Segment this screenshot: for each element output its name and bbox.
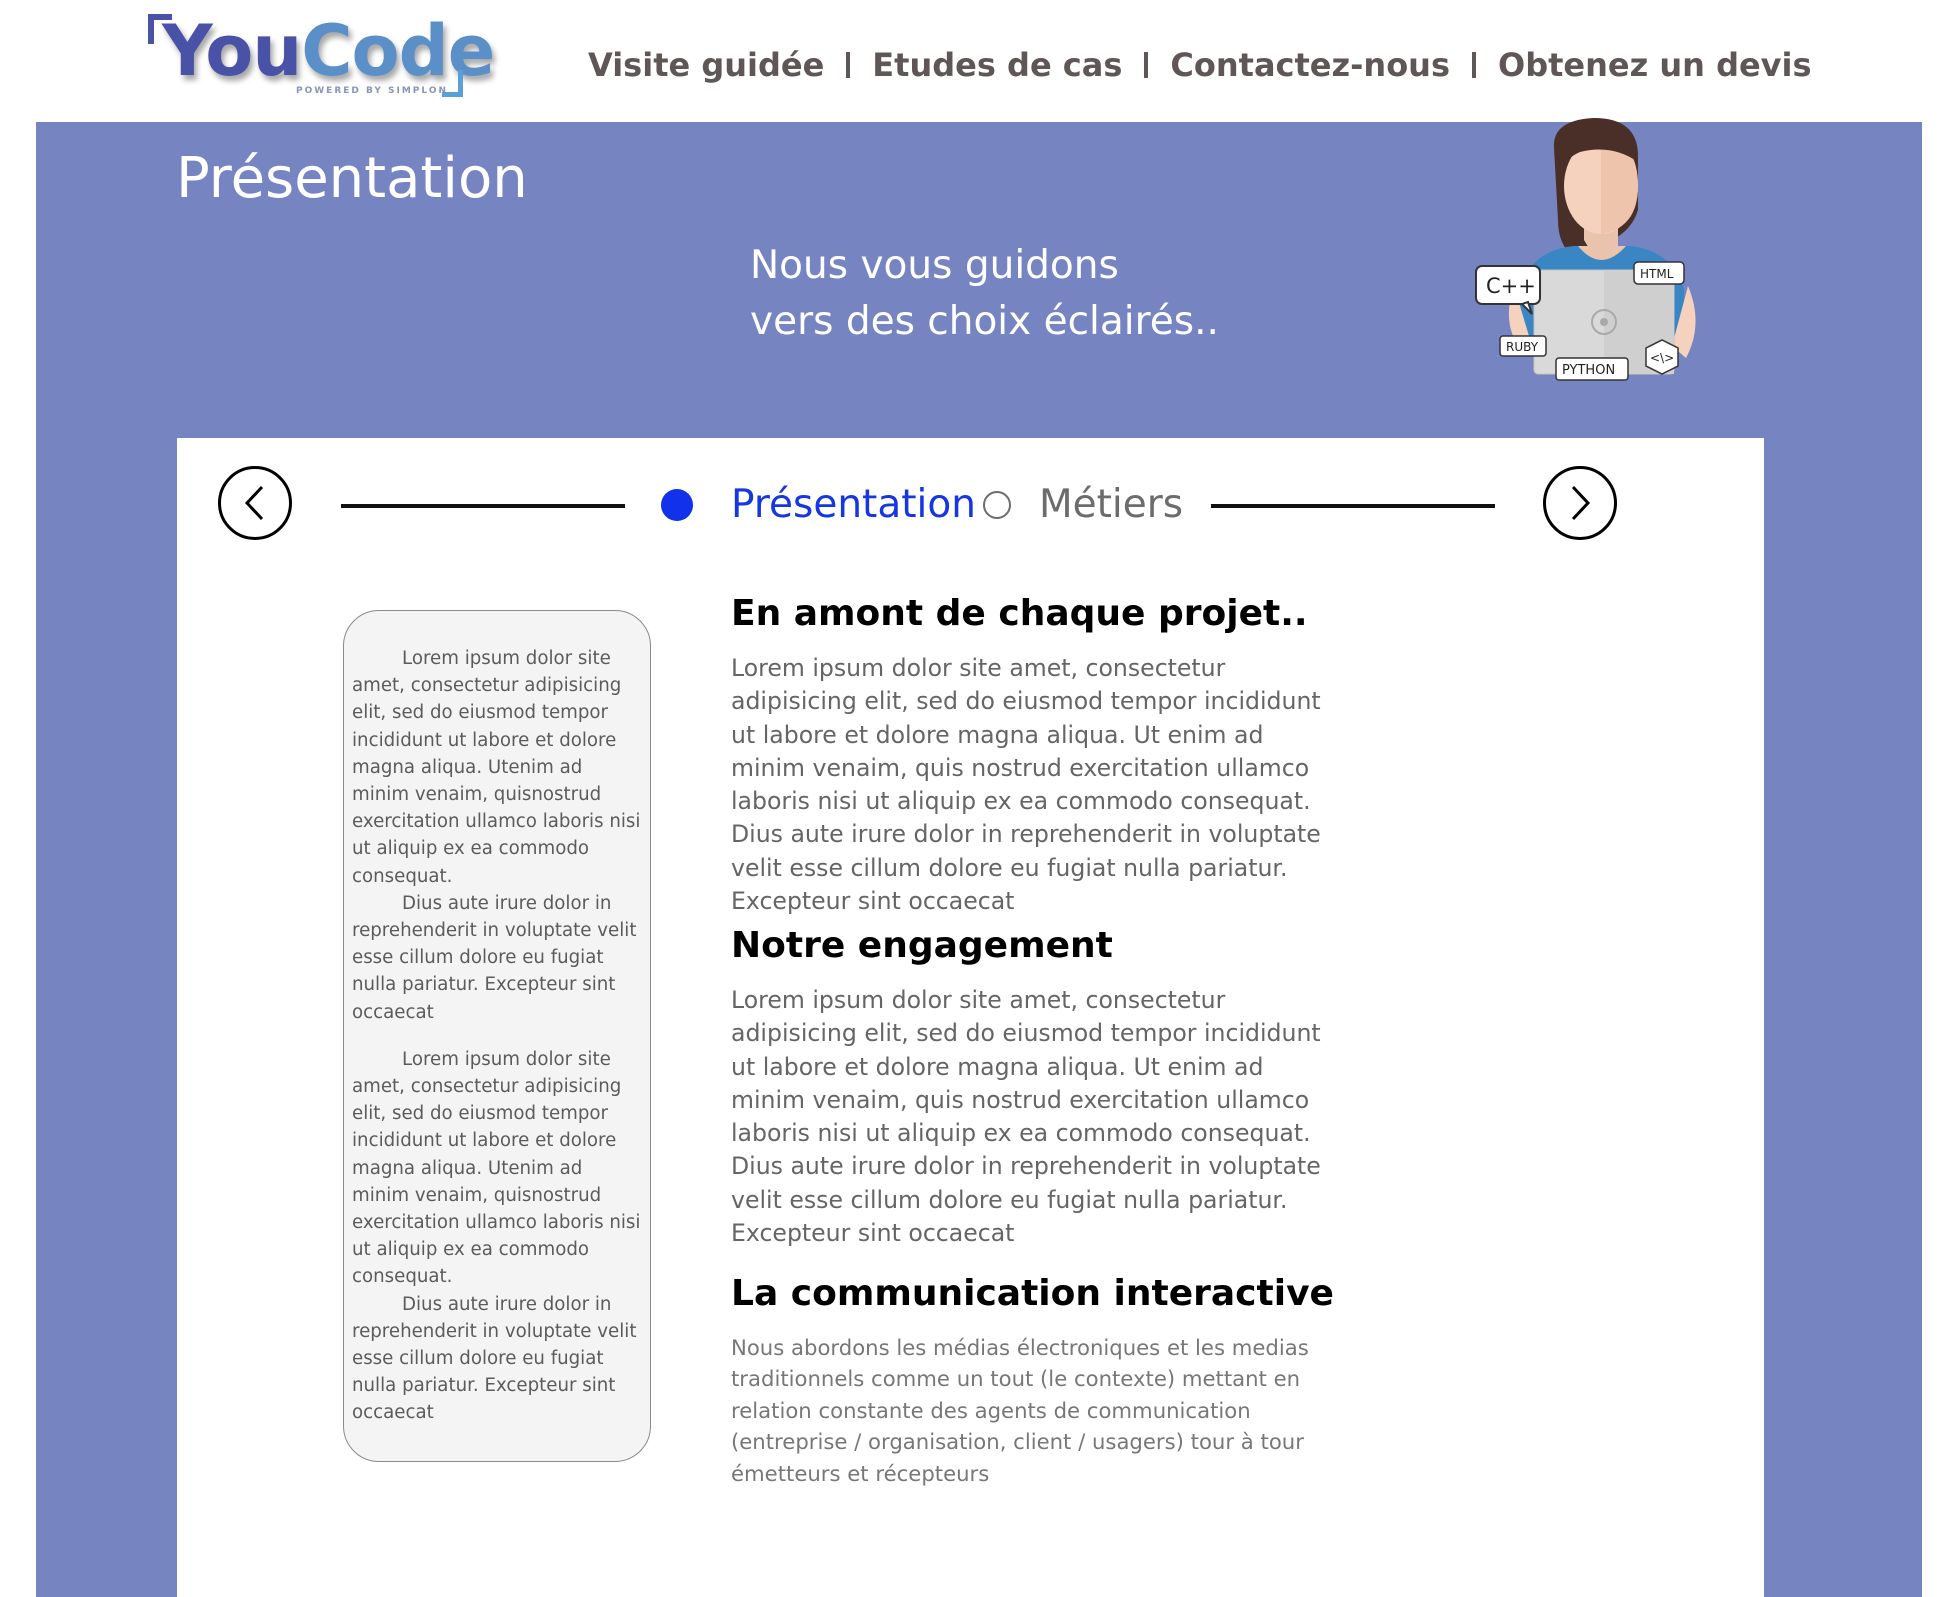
sidebar-paragraph: Lorem ipsum dolor site amet, consectetur… <box>352 648 641 887</box>
section-body: Nous abordons les médias électroniques e… <box>731 1335 1309 1486</box>
section-title: La communication interactive <box>731 1273 1334 1314</box>
chevron-right-icon <box>1571 485 1591 521</box>
step-presentation[interactable]: Présentation <box>661 482 976 527</box>
ruby-label: RUBY <box>1506 340 1539 354</box>
nav-link-contactez-nous[interactable]: Contactez-nous <box>1170 46 1450 84</box>
cpp-label: C++ <box>1486 274 1536 298</box>
html-bubble-icon: HTML <box>1633 261 1685 285</box>
code-hex-icon: <\> <box>1645 339 1679 375</box>
sidebar-paragraph: Dius aute irure dolor in reprehenderit i… <box>352 892 637 1023</box>
youcode-logo[interactable]: YouCode POWERED BY SIMPLON <box>146 10 495 110</box>
stepper-line-right <box>1211 504 1495 508</box>
previous-button[interactable] <box>218 466 292 540</box>
logo-text-code: Code <box>301 10 495 92</box>
python-label: PYTHON <box>1562 363 1615 378</box>
sidebar-paragraph: Lorem ipsum dolor site amet, consectetur… <box>352 1048 641 1288</box>
nav-link-etudes-de-cas[interactable]: Etudes de cas <box>872 46 1122 84</box>
logo-bracket-bottom-right <box>442 70 463 97</box>
step-active-dot-icon <box>661 488 693 521</box>
nav-link-visite-guidee[interactable]: Visite guidée <box>588 46 824 84</box>
section-communication-interactive: La communication interactive Nous abordo… <box>731 1270 1341 1489</box>
step-inactive-dot-icon <box>983 490 1011 519</box>
site-header: YouCode POWERED BY SIMPLON Visite guidée… <box>0 0 1949 122</box>
nav-separator <box>1472 52 1476 78</box>
section-body: Lorem ipsum dolor site amet, consectetur… <box>731 654 1321 916</box>
main-nav: Visite guidée Etudes de cas Contactez-no… <box>588 40 1812 90</box>
section-title: En amont de chaque projet.. <box>731 593 1308 634</box>
content-card: Présentation Métiers Lorem ipsum dolor s… <box>177 438 1764 1597</box>
python-bubble-icon: PYTHON <box>1555 357 1629 381</box>
cpp-bubble-icon: C++ <box>1475 265 1541 315</box>
hero-banner: Présentation Nous vous guidons vers des … <box>36 118 1922 1597</box>
code-label: <\> <box>1650 351 1674 365</box>
hero-tagline-line-1: Nous vous guidons <box>750 243 1119 288</box>
logo-text-you: You <box>162 10 302 92</box>
next-button[interactable] <box>1543 466 1617 540</box>
html-label: HTML <box>1640 267 1674 281</box>
page-title: Présentation <box>176 146 528 211</box>
sidebar-text-box: Lorem ipsum dolor site amet, consectetur… <box>343 610 651 1462</box>
section-notre-engagement: Notre engagement Lorem ipsum dolor site … <box>731 922 1341 1250</box>
hero-tagline-line-2: vers des choix éclairés.. <box>750 299 1219 344</box>
stepper-line-left <box>341 504 625 508</box>
chevron-left-icon <box>244 485 264 521</box>
section-body: Lorem ipsum dolor site amet, consectetur… <box>731 986 1321 1248</box>
nav-separator <box>846 52 851 78</box>
nav-link-obtenez-un-devis[interactable]: Obtenez un devis <box>1498 46 1812 84</box>
hero-tagline: Nous vous guidons vers des choix éclairé… <box>750 238 1219 350</box>
step-metiers[interactable]: Métiers <box>983 482 1183 527</box>
nav-separator <box>1144 52 1149 78</box>
ruby-bubble-icon: RUBY <box>1499 335 1547 357</box>
section-en-amont: En amont de chaque projet.. Lorem ipsum … <box>731 590 1341 918</box>
step-label-metiers: Métiers <box>1039 482 1184 527</box>
sidebar-paragraph: Dius aute irure dolor in reprehenderit i… <box>352 1293 637 1424</box>
logo-tagline: POWERED BY SIMPLON <box>296 86 449 96</box>
developer-illustration: C++ HTML RUBY PYTHON <\> <box>1475 118 1696 381</box>
step-label-presentation: Présentation <box>731 482 976 527</box>
section-title: Notre engagement <box>731 925 1113 966</box>
